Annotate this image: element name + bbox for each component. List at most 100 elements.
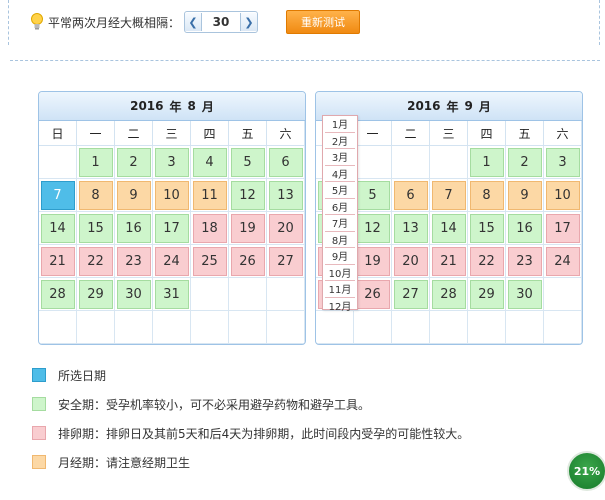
- day-cell[interactable]: 9: [115, 179, 153, 212]
- month-option[interactable]: 11月: [325, 281, 355, 298]
- day-cell[interactable]: 12: [229, 179, 267, 212]
- day-number: 18: [192, 213, 227, 243]
- day-cell[interactable]: 19: [229, 212, 267, 245]
- day-cell[interactable]: 10: [153, 179, 191, 212]
- day-cell[interactable]: 14: [430, 212, 468, 245]
- day-cell[interactable]: 21: [430, 245, 468, 278]
- increment-button[interactable]: ❯: [240, 13, 258, 31]
- day-cell[interactable]: 24: [544, 245, 582, 278]
- day-cell[interactable]: 2: [115, 146, 153, 179]
- day-cell[interactable]: 26: [229, 245, 267, 278]
- decrement-button[interactable]: ❮: [185, 13, 203, 31]
- day-cell[interactable]: 13: [392, 212, 430, 245]
- day-cell[interactable]: 8: [468, 179, 506, 212]
- day-cell[interactable]: 30: [115, 278, 153, 311]
- day-cell[interactable]: 20: [267, 212, 305, 245]
- day-cell[interactable]: 3: [153, 146, 191, 179]
- day-cell[interactable]: 7: [39, 179, 77, 212]
- legend-swatch: [32, 455, 46, 469]
- day-cell[interactable]: 12: [354, 212, 392, 245]
- day-number: 14: [431, 213, 466, 243]
- day-number: 16: [116, 213, 151, 243]
- day-cell[interactable]: 4: [191, 146, 229, 179]
- month-option[interactable]: 5月: [325, 182, 355, 199]
- month-option[interactable]: 2月: [325, 133, 355, 149]
- day-cell[interactable]: 29: [77, 278, 115, 311]
- day-cell[interactable]: 1: [468, 146, 506, 179]
- day-cell[interactable]: 13: [267, 179, 305, 212]
- day-cell[interactable]: 20: [392, 245, 430, 278]
- weekday-header: 六: [544, 121, 582, 146]
- legend-swatch: [32, 397, 46, 411]
- day-cell[interactable]: 27: [392, 278, 430, 311]
- day-cell[interactable]: 17: [544, 212, 582, 245]
- day-cell[interactable]: 23: [506, 245, 544, 278]
- day-cell[interactable]: 11: [191, 179, 229, 212]
- month-option[interactable]: 12月: [325, 298, 355, 314]
- day-cell[interactable]: 10: [544, 179, 582, 212]
- empty-day-cell: [430, 146, 468, 179]
- day-cell[interactable]: 1: [77, 146, 115, 179]
- day-cell[interactable]: 15: [77, 212, 115, 245]
- day-cell[interactable]: 28: [430, 278, 468, 311]
- cycle-length-value[interactable]: 30: [202, 15, 240, 29]
- day-cell[interactable]: 29: [468, 278, 506, 311]
- day-cell[interactable]: 26: [354, 278, 392, 311]
- empty-day-cell: [191, 311, 229, 344]
- day-cell[interactable]: 6: [392, 179, 430, 212]
- retest-button[interactable]: 重新测试: [286, 10, 361, 34]
- calendar-year[interactable]: 2016: [407, 99, 440, 113]
- empty-day-cell: [191, 278, 229, 311]
- calendar-month[interactable]: 8: [188, 99, 196, 113]
- day-number: 4: [192, 147, 227, 177]
- day-cell[interactable]: 3: [544, 146, 582, 179]
- day-number: 1: [78, 147, 113, 177]
- day-cell[interactable]: 22: [468, 245, 506, 278]
- day-cell[interactable]: 23: [115, 245, 153, 278]
- day-cell[interactable]: 28: [39, 278, 77, 311]
- calendar-month[interactable]: 9: [465, 99, 473, 113]
- month-option[interactable]: 9月: [325, 248, 355, 265]
- month-option[interactable]: 8月: [325, 232, 355, 248]
- day-cell[interactable]: 7: [430, 179, 468, 212]
- day-cell[interactable]: 18: [191, 212, 229, 245]
- day-cell[interactable]: 21: [39, 245, 77, 278]
- month-option[interactable]: 7月: [325, 215, 355, 232]
- day-cell[interactable]: 31: [153, 278, 191, 311]
- day-cell[interactable]: 6: [267, 146, 305, 179]
- day-number: 21: [40, 246, 75, 276]
- day-cell[interactable]: 2: [506, 146, 544, 179]
- month-option[interactable]: 1月: [325, 116, 355, 133]
- day-number: 2: [116, 147, 151, 177]
- day-number: 29: [469, 279, 504, 309]
- day-cell[interactable]: 22: [77, 245, 115, 278]
- month-option[interactable]: 6月: [325, 199, 355, 215]
- right-dashed-border: [599, 0, 600, 45]
- cycle-length-stepper: ❮ 30 ❯: [184, 11, 259, 33]
- legend-text: 所选日期: [58, 368, 107, 383]
- day-cell[interactable]: 14: [39, 212, 77, 245]
- day-cell[interactable]: 16: [115, 212, 153, 245]
- day-cell[interactable]: 27: [267, 245, 305, 278]
- day-cell[interactable]: 25: [191, 245, 229, 278]
- day-cell[interactable]: 9: [506, 179, 544, 212]
- day-cell[interactable]: 15: [468, 212, 506, 245]
- day-number: 9: [507, 180, 542, 210]
- day-cell[interactable]: 5: [229, 146, 267, 179]
- day-cell[interactable]: 24: [153, 245, 191, 278]
- progress-badge[interactable]: 21%: [567, 451, 605, 491]
- day-number: 25: [192, 246, 227, 276]
- day-number: 10: [154, 180, 189, 210]
- month-option[interactable]: 3月: [325, 149, 355, 166]
- day-cell[interactable]: 19: [354, 245, 392, 278]
- day-number: 22: [469, 246, 504, 276]
- day-number: 10: [545, 180, 580, 210]
- month-option[interactable]: 4月: [325, 166, 355, 182]
- day-cell[interactable]: 8: [77, 179, 115, 212]
- day-cell[interactable]: 17: [153, 212, 191, 245]
- calendar-year[interactable]: 2016: [130, 99, 163, 113]
- day-cell[interactable]: 5: [354, 179, 392, 212]
- day-cell[interactable]: 30: [506, 278, 544, 311]
- day-cell[interactable]: 16: [506, 212, 544, 245]
- month-option[interactable]: 10月: [325, 265, 355, 281]
